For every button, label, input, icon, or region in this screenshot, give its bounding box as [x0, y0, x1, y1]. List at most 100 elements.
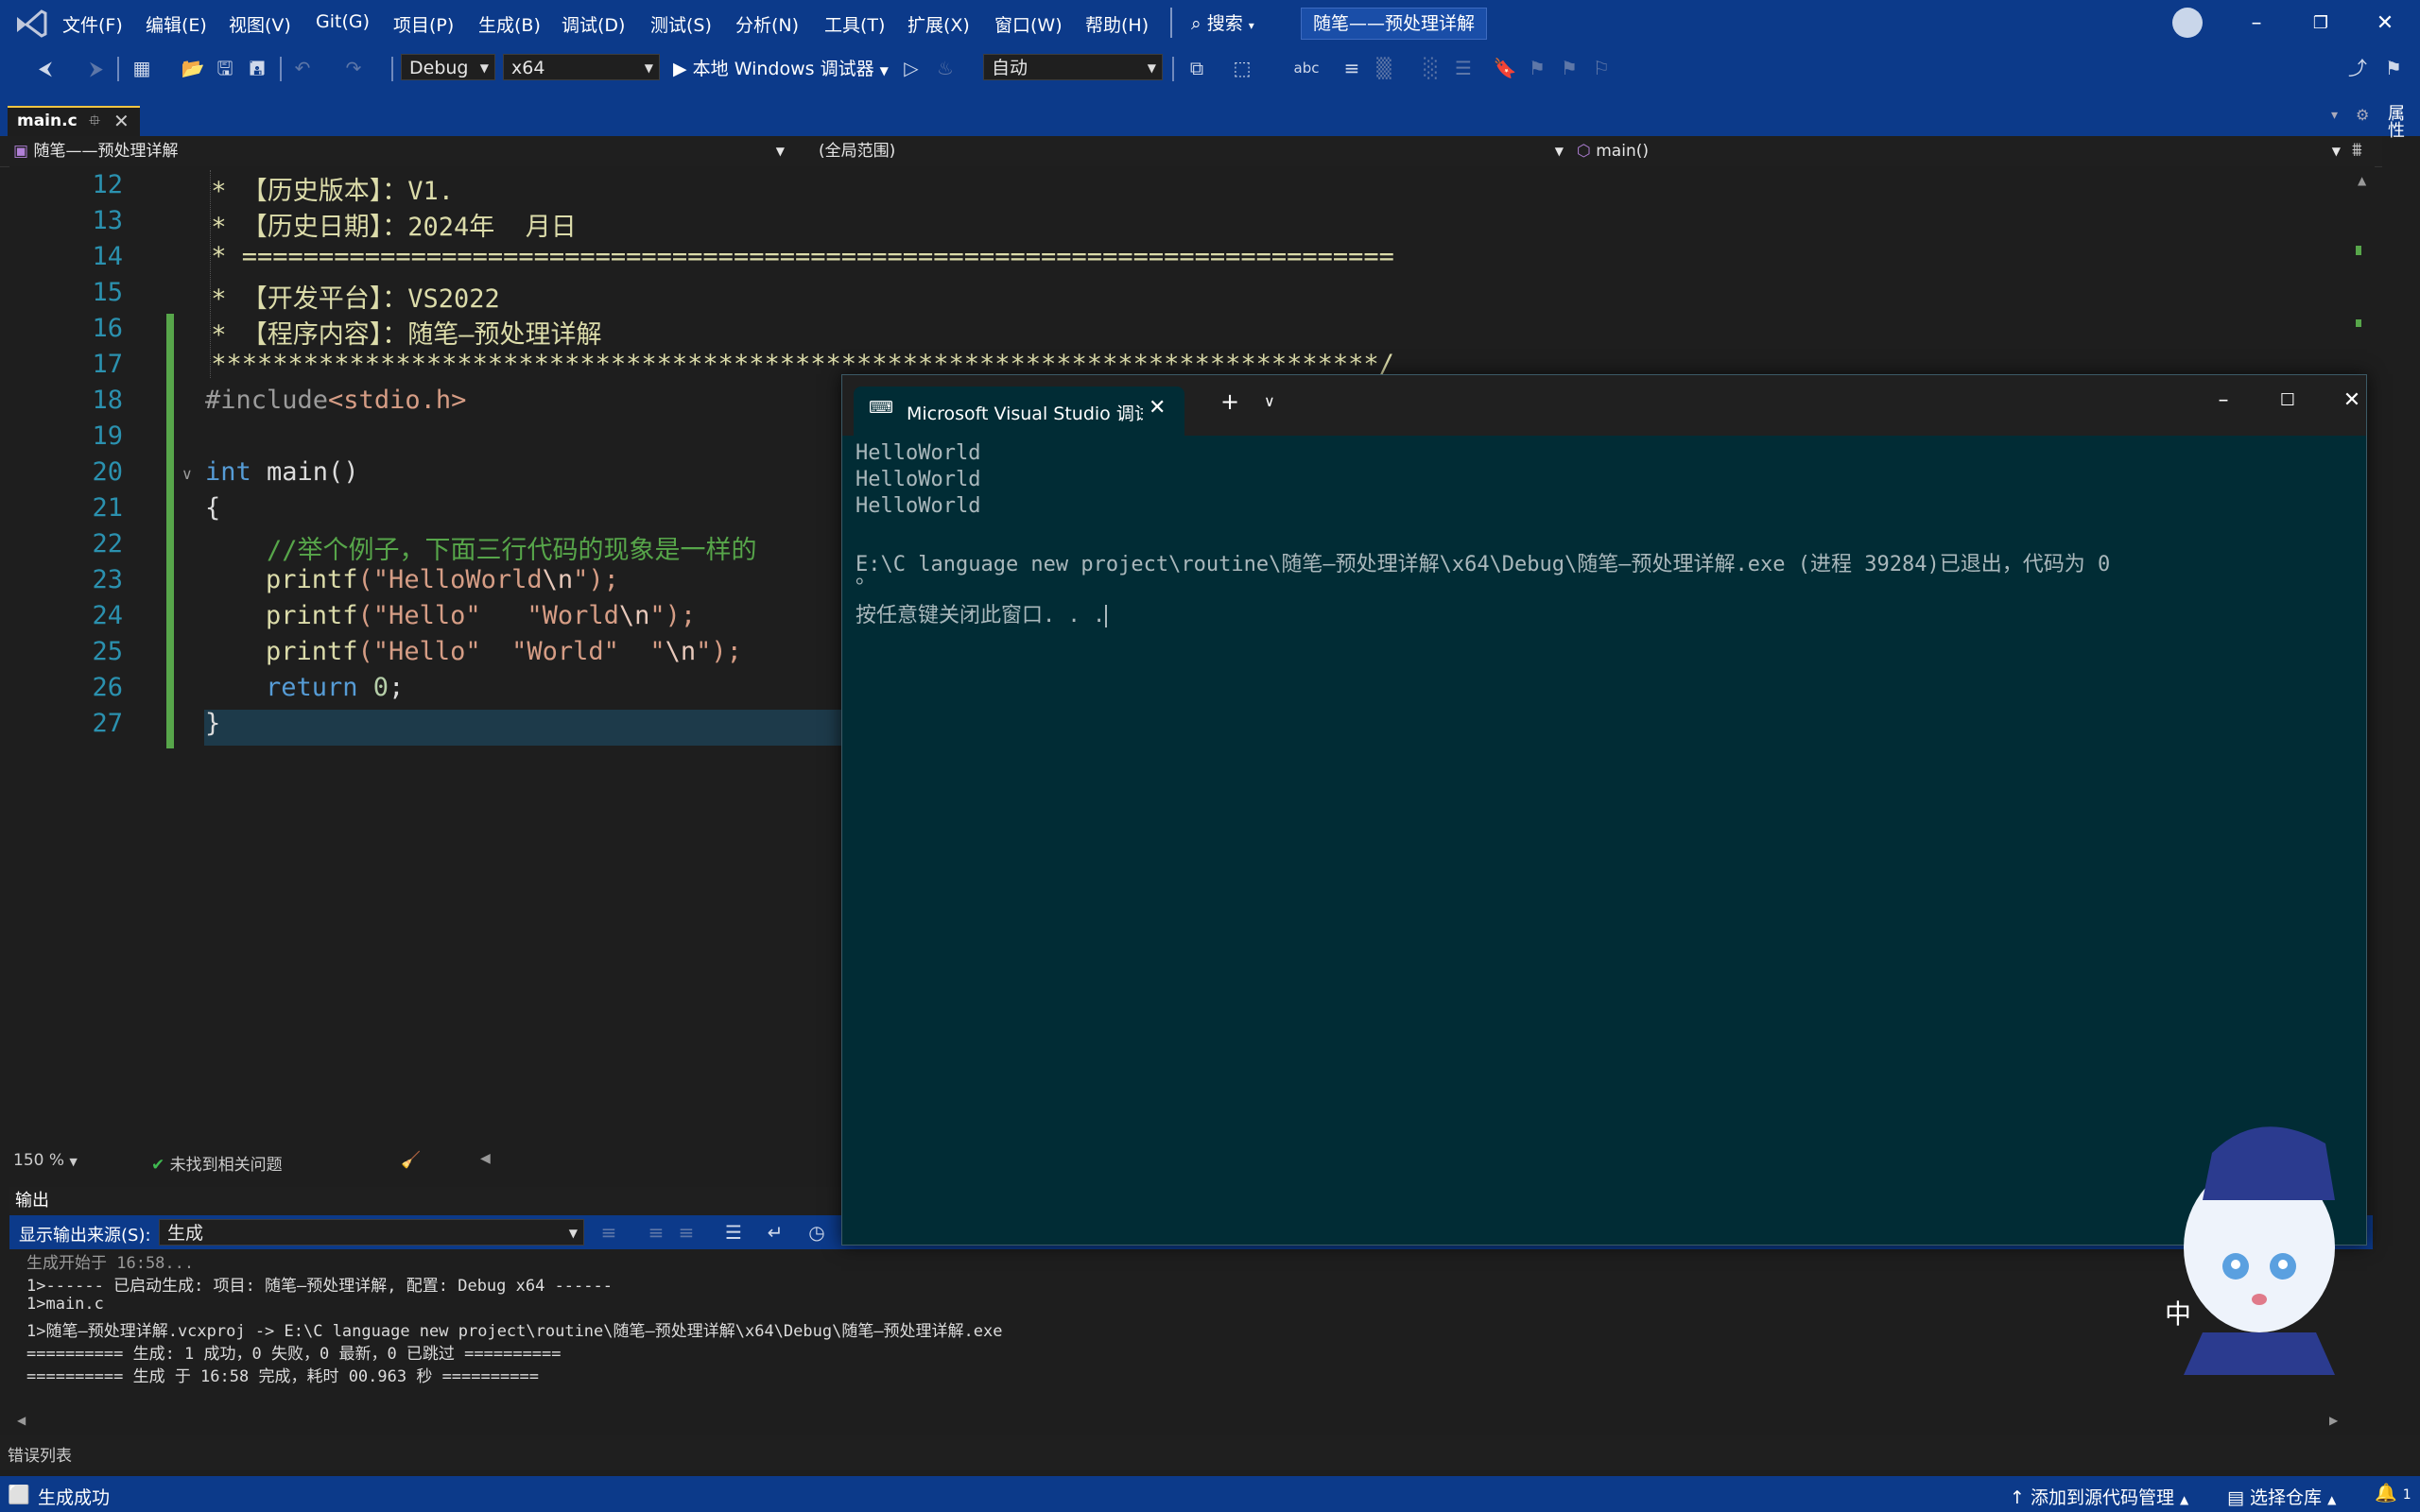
- menu-view[interactable]: 视图(V): [229, 11, 291, 37]
- platform-dropdown[interactable]: x64 ▼: [503, 54, 660, 80]
- menu-help[interactable]: 帮助(H): [1085, 11, 1149, 37]
- project-dropdown[interactable]: ▣ 随笔——预处理详解 ▼: [13, 139, 785, 163]
- console-maximize-icon[interactable]: ☐: [2266, 385, 2309, 417]
- scope-dropdown[interactable]: (全局范围) ▼: [819, 139, 1564, 163]
- prev-bookmark-icon[interactable]: ⚑: [1524, 55, 1550, 81]
- clear-all-icon[interactable]: ☰: [720, 1219, 747, 1246]
- save-icon[interactable]: 🖫: [212, 55, 238, 81]
- new-project-icon[interactable]: ▦: [129, 55, 155, 81]
- collapse-chevron-icon[interactable]: ∨: [182, 465, 193, 483]
- output-source-dropdown[interactable]: 生成 ▼: [159, 1219, 584, 1246]
- menu-file[interactable]: 文件(F): [62, 11, 123, 37]
- uncomment-icon[interactable]: ░: [1418, 55, 1444, 81]
- auto-dropdown[interactable]: 自动 ▼: [983, 54, 1163, 80]
- menu-debug[interactable]: 调试(D): [562, 11, 625, 37]
- outdent-icon[interactable]: ☰: [1450, 55, 1477, 81]
- close-tab-icon[interactable]: ✕: [113, 110, 130, 132]
- split-icon[interactable]: ⩩: [2352, 138, 2362, 161]
- preprocessor-directive: #include: [205, 386, 329, 415]
- member-dropdown[interactable]: ⬡ main() ▼: [1577, 139, 2341, 163]
- change-indicator-bar: [166, 314, 174, 748]
- keyword: int: [205, 457, 251, 487]
- avatar[interactable]: [2172, 8, 2203, 38]
- share-icon[interactable]: ⤴: [2344, 55, 2371, 81]
- console-minimize-icon[interactable]: –: [2202, 385, 2245, 417]
- menu-edit[interactable]: 编辑(E): [146, 11, 207, 37]
- pin-icon[interactable]: ⯐: [89, 111, 100, 136]
- settings-icon[interactable]: ⚙: [2356, 106, 2369, 124]
- add-to-source-control-button[interactable]: ↑ 添加到源代码管理 ▲: [2010, 1484, 2188, 1509]
- word-wrap-icon[interactable]: ↵: [762, 1219, 788, 1246]
- save-all-icon[interactable]: 🖪: [244, 55, 270, 81]
- find-message-icon[interactable]: ≡: [673, 1219, 700, 1246]
- comment-icon[interactable]: ▒: [1371, 55, 1397, 81]
- layout-icon[interactable]: ⬚: [1229, 55, 1255, 81]
- tab-dropdown-chevron-icon[interactable]: ∨: [1264, 392, 1275, 410]
- string-end: ");: [649, 601, 697, 630]
- feedback-icon[interactable]: ⚑: [2380, 55, 2407, 81]
- back-icon[interactable]: ⮜: [32, 55, 59, 81]
- clear-bookmarks-icon[interactable]: ⚐: [1588, 55, 1615, 81]
- hot-reload-icon[interactable]: ♨: [932, 55, 959, 81]
- close-tab-icon[interactable]: ✕: [1149, 396, 1166, 420]
- issues-indicator[interactable]: ✔ 未找到相关问题: [151, 1151, 283, 1175]
- debug-console-window[interactable]: ⌨ Microsoft Visual Studio 调试控制台 ✕ + ∨ – …: [841, 374, 2367, 1246]
- menu-window[interactable]: 窗口(W): [994, 11, 1063, 37]
- line-number: 24: [92, 601, 123, 630]
- format-icon[interactable]: ≡: [1339, 55, 1365, 81]
- source-control-label: 添加到源代码管理: [2030, 1487, 2174, 1508]
- menu-analyze[interactable]: 分析(N): [735, 11, 799, 37]
- select-repository-button[interactable]: ▤ 选择仓库 ▲: [2227, 1484, 2336, 1509]
- menu-git[interactable]: Git(G): [316, 11, 370, 32]
- new-tab-icon[interactable]: +: [1220, 388, 1239, 415]
- scroll-left-icon[interactable]: ◀: [480, 1151, 491, 1166]
- timestamp-icon[interactable]: ◷: [804, 1219, 830, 1246]
- repository-label: 选择仓库: [2250, 1487, 2323, 1508]
- start-debugging-button[interactable]: ▶ 本地 Windows 调试器 ▼: [673, 55, 889, 80]
- output-line: 1>------ 已启动生成: 项目: 随笔—预处理详解, 配置: Debug …: [26, 1277, 613, 1296]
- notifications-button[interactable]: 🔔 1: [2375, 1482, 2411, 1503]
- error-list-tab[interactable]: 错误列表: [0, 1435, 2420, 1470]
- console-close-icon[interactable]: ✕: [2330, 385, 2374, 417]
- close-icon[interactable]: ✕: [2363, 8, 2407, 40]
- browse-icon[interactable]: ⧉: [1184, 55, 1210, 81]
- line-number: 17: [92, 350, 123, 379]
- menu-build[interactable]: 生成(B): [478, 11, 541, 37]
- scroll-left-icon[interactable]: ◀: [17, 1414, 26, 1427]
- zoom-dropdown[interactable]: 150 % ▼: [13, 1151, 78, 1170]
- document-tab-strip: main.c ⯐ ✕ ▾ ⚙: [0, 89, 2420, 138]
- bookmark-icon[interactable]: 🔖: [1492, 55, 1518, 81]
- run-label: 本地 Windows 调试器: [692, 59, 874, 79]
- issues-label: 未找到相关问题: [169, 1156, 283, 1175]
- menu-project[interactable]: 项目(P): [393, 11, 454, 37]
- menu-tools[interactable]: 工具(T): [824, 11, 885, 37]
- goto-prev-message-icon[interactable]: ≡: [596, 1219, 622, 1246]
- undo-icon[interactable]: ↶: [289, 55, 316, 81]
- chevron-down-icon: ▼: [1554, 145, 1564, 158]
- search-icon: ⌕: [1191, 13, 1201, 34]
- menu-extensions[interactable]: 扩展(X): [908, 11, 970, 37]
- open-folder-icon[interactable]: 📂: [180, 55, 206, 81]
- config-dropdown[interactable]: Debug ▼: [401, 54, 495, 80]
- spell-check-icon[interactable]: abc: [1293, 55, 1320, 81]
- console-tab[interactable]: ⌨ Microsoft Visual Studio 调试控制台 ✕: [854, 387, 1184, 436]
- start-without-debugging-icon[interactable]: ▷: [898, 55, 925, 81]
- goto-next-message-icon[interactable]: ≡: [643, 1219, 669, 1246]
- search-box[interactable]: ⌕ 搜索 ▾: [1191, 9, 1254, 35]
- function-name: printf: [266, 637, 358, 666]
- code-line: int main(): [205, 457, 359, 487]
- scroll-up-icon[interactable]: ▲: [2358, 174, 2366, 187]
- redo-icon[interactable]: ↷: [340, 55, 367, 81]
- properties-side-tab[interactable]: 属性: [2382, 104, 2405, 143]
- cleanup-brush-icon[interactable]: 🧹: [401, 1151, 421, 1170]
- forward-icon[interactable]: ⮞: [83, 55, 110, 81]
- restore-icon[interactable]: ❐: [2299, 8, 2342, 40]
- change-marker: [2356, 319, 2361, 327]
- tab-main-c[interactable]: main.c ⯐ ✕: [8, 106, 140, 138]
- scroll-right-icon[interactable]: ▶: [2329, 1414, 2338, 1427]
- next-bookmark-icon[interactable]: ⚑: [1556, 55, 1582, 81]
- code-line: * 【历史版本】：V1.: [196, 177, 455, 206]
- menu-test[interactable]: 测试(S): [650, 11, 712, 37]
- minimize-icon[interactable]: –: [2235, 8, 2278, 40]
- tab-list-chevron-icon[interactable]: ▾: [2331, 108, 2338, 123]
